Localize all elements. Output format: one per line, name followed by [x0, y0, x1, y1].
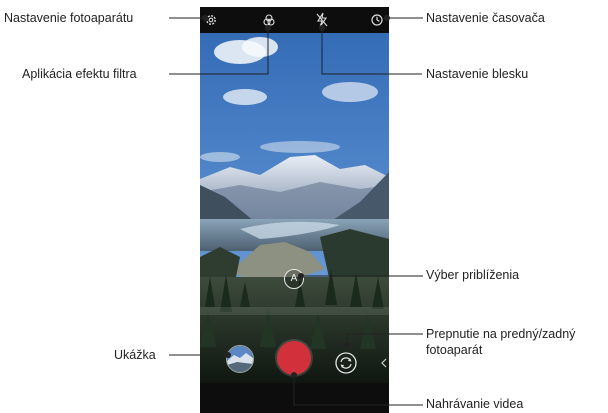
switch-camera-icon[interactable]	[334, 351, 358, 375]
callout-timer-settings: Nastavenie časovača	[426, 11, 545, 25]
callout-filter-effect: Aplikácia efektu filtra	[22, 67, 137, 81]
record-video-button[interactable]	[277, 341, 311, 375]
filter-icon[interactable]	[262, 13, 276, 27]
callout-camera-settings: Nastavenie fotoaparátu	[4, 11, 134, 25]
callout-switch-camera-line2: fotoaparát	[426, 343, 483, 357]
zoom-button-glyph: A	[290, 273, 298, 284]
preview-thumbnail[interactable]	[226, 345, 254, 373]
callout-flash-settings: Nastavenie blesku	[426, 67, 529, 81]
callout-switch-camera-line1: Prepnutie na predný/zadný	[426, 327, 576, 341]
flash-off-icon[interactable]	[315, 12, 329, 28]
callout-record-video: Nahrávanie videa	[426, 397, 524, 411]
preview-thumbnail-image	[227, 346, 253, 372]
chevron-left-icon[interactable]	[380, 358, 388, 368]
timer-icon[interactable]	[370, 13, 384, 27]
zoom-button[interactable]: A	[284, 269, 304, 289]
camera-top-bar	[200, 7, 389, 33]
camera-bottom-bar	[200, 383, 389, 413]
gear-icon[interactable]	[204, 13, 218, 27]
callout-zoom-select: Výber priblíženia	[426, 268, 520, 282]
callout-preview: Ukážka	[114, 348, 156, 362]
